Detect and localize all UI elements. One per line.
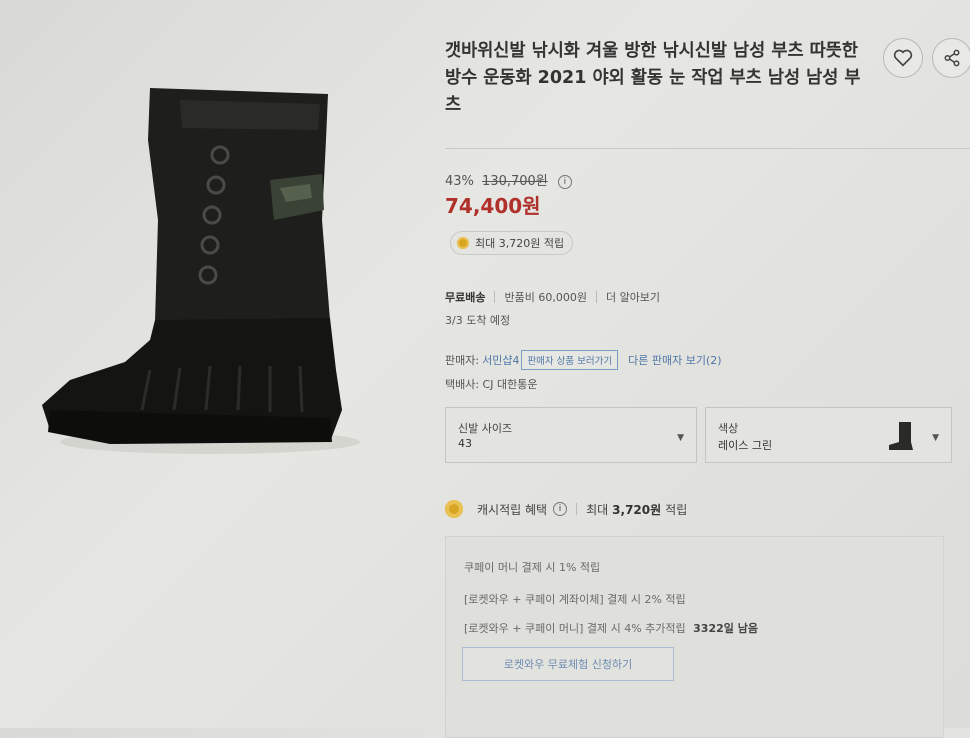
- info-icon[interactable]: i: [557, 175, 572, 189]
- benefit-line-text: [로켓와우 + 쿠페이 머니] 결제 시 4% 추가적립: [464, 622, 686, 635]
- cash-benefit-suffix: 적립: [665, 502, 688, 517]
- benefit-box: 쿠페이 머니 결제 시 1% 적립 [로켓와우 + 쿠페이 계좌이체] 결제 시…: [445, 536, 944, 738]
- benefit-line: 쿠페이 머니 결제 시 1% 적립: [464, 561, 601, 574]
- seller-row: 판매자: 서민샵4 판매자 상품 보러가기 다른 판매자 보기(2): [445, 350, 722, 370]
- separator: [576, 503, 578, 515]
- sale-price: 74,400원: [445, 194, 541, 218]
- courier-info: 택배사: CJ 대한통운: [445, 378, 538, 391]
- cash-benefit-amount: 3,720원: [612, 502, 662, 517]
- cash-benefit-title: 캐시적립 혜택: [477, 502, 548, 517]
- size-value: 43: [458, 437, 472, 450]
- benefit-line: [로켓와우 + 쿠페이 계좌이체] 결제 시 2% 적립: [464, 593, 686, 606]
- other-sellers-link[interactable]: 다른 판매자 보기(2): [628, 352, 721, 368]
- return-fee: 반품비 60,000원: [504, 291, 587, 304]
- size-label: 신발 사이즈: [458, 422, 513, 435]
- chevron-down-icon: ▼: [932, 433, 939, 443]
- discount-rate: 43%: [445, 174, 474, 189]
- share-icon: [944, 49, 960, 67]
- wishlist-button[interactable]: [883, 38, 923, 78]
- seller-name-link[interactable]: 서민샵4: [482, 352, 519, 368]
- more-info-link[interactable]: 더 알아보기: [606, 289, 660, 305]
- coin-icon: [457, 237, 469, 249]
- coin-icon: [445, 500, 463, 518]
- heart-icon: [893, 49, 913, 67]
- product-title: 갯바위신발 낚시화 겨울 방한 낚시신발 남성 부츠 따뜻한 방수 운동화 20…: [445, 41, 861, 115]
- product-image[interactable]: [30, 70, 360, 470]
- title-divider: [445, 148, 970, 149]
- rocket-wow-trial-button[interactable]: 로켓와우 무료체험 신청하기: [462, 647, 674, 681]
- cash-benefit-max: 최대: [586, 502, 609, 517]
- color-select[interactable]: 색상 레이스 그린 ▼: [705, 407, 952, 463]
- size-select[interactable]: 신발 사이즈 43 ▼: [445, 407, 697, 463]
- arrival-date: 3/3 도착 예정: [445, 314, 511, 327]
- info-icon[interactable]: i: [553, 502, 568, 516]
- cash-benefit-row: 캐시적립 혜택 i 최대 3,720원 적립: [445, 500, 687, 518]
- cash-badge: 최대 3,720원 적립: [450, 231, 574, 255]
- days-left: 3322일 남음: [693, 622, 758, 635]
- shipping-row: 무료배송 반품비 60,000원 더 알아보기: [445, 289, 660, 305]
- boot-thumbnail-icon: [889, 422, 913, 450]
- discount-row: 43% 130,700원 i: [445, 170, 572, 189]
- color-label: 색상: [718, 422, 739, 435]
- cash-badge-text: 최대 3,720원 적립: [475, 237, 565, 250]
- benefit-line: [로켓와우 + 쿠페이 머니] 결제 시 4% 추가적립 3322일 남음: [464, 620, 758, 636]
- seller-label: 판매자:: [445, 354, 480, 367]
- free-shipping-label: 무료배송: [445, 291, 486, 304]
- original-price: 130,700원: [482, 174, 548, 189]
- separator: [494, 291, 496, 303]
- chevron-down-icon: ▼: [677, 433, 684, 443]
- share-button[interactable]: [932, 38, 970, 78]
- seller-products-button[interactable]: 판매자 상품 보러가기: [521, 350, 619, 370]
- color-value: 레이스 그린: [718, 439, 773, 452]
- separator: [595, 291, 597, 303]
